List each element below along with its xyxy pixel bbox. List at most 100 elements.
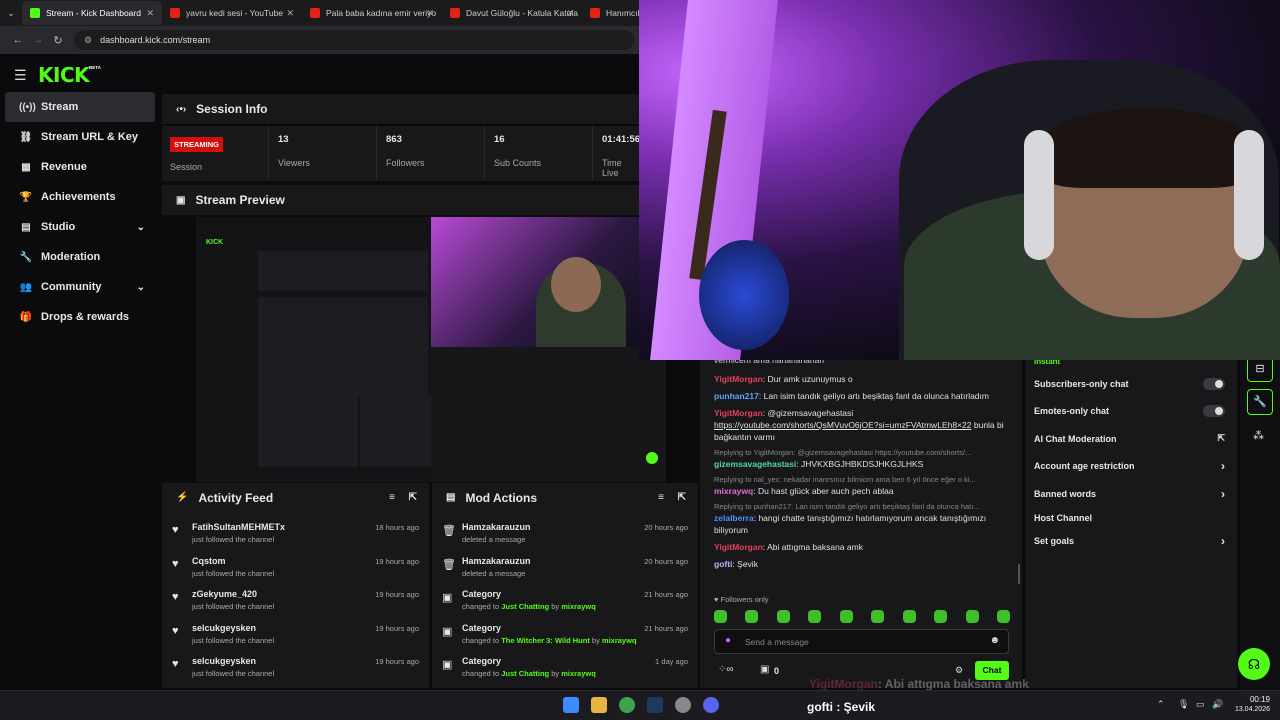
- reply-context[interactable]: Replying to nal_yec: nekadar inanrsınız …: [714, 475, 1006, 484]
- sidebar-item-drops-rewards[interactable]: 🎁 Drops & rewards: [5, 302, 155, 332]
- file-explorer-icon[interactable]: [591, 697, 607, 713]
- chat-message[interactable]: punhan217: Lan isim tandık geliyo artı b…: [714, 390, 1006, 402]
- tab-list-icon[interactable]: ⌄: [0, 8, 22, 19]
- sidebar-item-studio[interactable]: ▤ Studio ⌄: [5, 212, 155, 242]
- microphone-icon[interactable]: 🎙: [1178, 699, 1189, 710]
- emote-icon[interactable]: [965, 610, 979, 623]
- support-icon[interactable]: ☊: [1238, 648, 1270, 680]
- browser-tab[interactable]: yavru kedi sesi - YouTube ✕: [162, 1, 302, 25]
- chevron-right-icon[interactable]: ›: [1221, 459, 1225, 473]
- chevron-down-icon[interactable]: ⌄: [137, 222, 145, 233]
- obs-icon[interactable]: [675, 697, 691, 713]
- moderator-name[interactable]: mixraywq: [561, 669, 596, 678]
- chat-username[interactable]: mixraywq: [714, 486, 753, 496]
- chat-username[interactable]: YigitMorgan: [714, 408, 763, 418]
- emote-icon[interactable]: [808, 610, 822, 623]
- sidebar-item-achievements[interactable]: 🏆 Achievements: [5, 182, 155, 212]
- chat-message[interactable]: YigitMorgan: Abi attıgma baksana amk: [714, 541, 1006, 553]
- clock-date[interactable]: 13.04.2026: [1228, 706, 1270, 713]
- site-info-icon[interactable]: ⚙: [84, 35, 92, 46]
- points-icon[interactable]: ⁘∞: [718, 664, 734, 675]
- category-name[interactable]: The Witcher 3: Wild Hunt: [501, 636, 590, 645]
- setting-emotes-only-chat[interactable]: Emotes-only chat: [1034, 398, 1237, 426]
- users-icon[interactable]: ⁂: [1253, 429, 1264, 442]
- chevron-down-icon[interactable]: ⌄: [137, 282, 145, 293]
- toggle-switch[interactable]: [1203, 405, 1225, 418]
- network-icon[interactable]: ▭: [1196, 699, 1205, 710]
- emote-icon[interactable]: [996, 610, 1010, 623]
- emote-icon[interactable]: [871, 610, 885, 623]
- activity-row[interactable]: ♥ Cqstom just followed the channel 19 hours…: [162, 552, 429, 586]
- back-icon[interactable]: ←: [8, 34, 28, 46]
- stream-preview-video[interactable]: KICK: [196, 217, 666, 482]
- browser-tab[interactable]: Pala baba kadına emir veriyo ✕: [302, 1, 442, 25]
- chat-message[interactable]: Replying to nal_yec: nekadar inanrsınız …: [714, 475, 1006, 497]
- chat-username[interactable]: gizemsavagehastasi: [714, 459, 796, 469]
- forward-icon[interactable]: →: [28, 34, 48, 46]
- external-link-icon[interactable]: ⇱: [1217, 433, 1225, 444]
- chrome-icon[interactable]: [619, 697, 635, 713]
- setting-host-channel[interactable]: Host Channel: [1034, 508, 1237, 528]
- clock-time[interactable]: 00:19: [1232, 695, 1270, 704]
- filter-icon[interactable]: ≡: [389, 492, 395, 503]
- reply-context[interactable]: Replying to YigitMorgan: @gizemsavagehas…: [714, 448, 1006, 457]
- discord-icon[interactable]: [703, 697, 719, 713]
- moderator-name[interactable]: mixraywq: [561, 602, 596, 611]
- emote-icon[interactable]: [934, 610, 948, 623]
- reply-context[interactable]: Replying to punhan217: Lan isim tandık g…: [714, 502, 1006, 511]
- chat-message[interactable]: Replying to YigitMorgan: @gizemsavagehas…: [714, 448, 1006, 470]
- emote-icon[interactable]: [902, 610, 916, 623]
- sidebar-item-revenue[interactable]: ▦ Revenue: [5, 152, 155, 182]
- kick-logo[interactable]: KICK: [38, 63, 90, 87]
- setting-banned-words[interactable]: Banned words ›: [1034, 480, 1237, 508]
- activity-row[interactable]: ♥ zGekyume_420 just followed the channel 19…: [162, 585, 429, 619]
- category-name[interactable]: Just Chatting: [501, 669, 549, 678]
- close-tab-icon[interactable]: ✕: [146, 8, 154, 19]
- moderator-name[interactable]: mixraywq: [602, 636, 637, 645]
- setting-set-goals[interactable]: Set goals ›: [1034, 528, 1237, 556]
- mod-action-row[interactable]: ▣ Category changed to The Witcher 3: Wild …: [432, 619, 698, 653]
- mod-action-row[interactable]: ▣ Category changed to Just Chatting by mix…: [432, 652, 698, 686]
- mic-icon[interactable]: ●: [725, 635, 731, 646]
- emote-icon[interactable]: [839, 610, 853, 623]
- chat-message[interactable]: YigitMorgan: Dur amk uzunuymus o: [714, 373, 1006, 385]
- mod-action-row[interactable]: ▣ Category changed to Just Chatting by mix…: [432, 585, 698, 619]
- gift-icon[interactable]: ▣: [760, 664, 769, 675]
- activity-row[interactable]: ♥ selcukgeysken just followed the channel 1…: [162, 652, 429, 686]
- emote-icon[interactable]: [776, 610, 790, 623]
- chat-username[interactable]: zelalberra: [714, 513, 754, 523]
- sidebar-item-community[interactable]: 👥 Community ⌄: [5, 272, 155, 302]
- category-name[interactable]: Just Chatting: [501, 602, 549, 611]
- close-tab-icon[interactable]: ✕: [286, 8, 294, 19]
- toggle-switch[interactable]: [1203, 377, 1225, 390]
- reload-icon[interactable]: ↻: [48, 34, 68, 47]
- chat-link[interactable]: https://youtube.com/shorts/QsMVuvO6jOE?s…: [714, 420, 971, 430]
- close-tab-icon[interactable]: ✕: [426, 8, 434, 19]
- emote-icon[interactable]: [714, 610, 727, 623]
- tray-chevron-icon[interactable]: ⌃: [1157, 699, 1165, 710]
- chat-message[interactable]: Replying to punhan217: Lan isim tandık g…: [714, 502, 1006, 536]
- setting-account-age-restriction[interactable]: Account age restriction ›: [1034, 453, 1237, 481]
- chat-username[interactable]: YigitMorgan: [714, 374, 763, 384]
- setting-subscribers-only-chat[interactable]: Subscribers-only chat: [1034, 370, 1237, 398]
- chat-username[interactable]: YigitMorgan: [714, 542, 763, 552]
- emoji-icon[interactable]: ☻: [989, 635, 1000, 646]
- activity-row[interactable]: ♥ selcukgeysken just followed the channel 1…: [162, 619, 429, 653]
- volume-icon[interactable]: 🔊: [1212, 699, 1223, 710]
- settings-icon[interactable]: ⚙: [955, 665, 963, 676]
- browser-tab[interactable]: Stream - Kick Dashboard ✕: [22, 1, 162, 25]
- steam-icon[interactable]: [647, 697, 663, 713]
- mod-action-row[interactable]: 🗑 Hamzakarauzun deleted a message 20 hours …: [432, 518, 698, 552]
- sidebar-item-stream-url-key[interactable]: ⛓ Stream URL & Key: [5, 122, 155, 152]
- browser-tab[interactable]: Davut Güloğlu - Katula Katula ✕: [442, 1, 582, 25]
- chevron-right-icon[interactable]: ›: [1221, 487, 1225, 501]
- chevron-right-icon[interactable]: ›: [1221, 534, 1225, 548]
- emote-icon[interactable]: [745, 610, 759, 623]
- setting-ai-chat-moderation[interactable]: AI Chat Moderation ⇱: [1034, 425, 1237, 453]
- mod-action-row[interactable]: 🗑 Hamzakarauzun deleted a message 20 hours …: [432, 552, 698, 586]
- tool-icon[interactable]: 🔧: [1247, 389, 1273, 415]
- chat-username[interactable]: gofti: [714, 559, 732, 569]
- close-tab-icon[interactable]: ✕: [566, 8, 574, 19]
- chat-input[interactable]: ● Send a message ☻: [714, 629, 1009, 654]
- menu-icon[interactable]: ☰: [14, 67, 27, 84]
